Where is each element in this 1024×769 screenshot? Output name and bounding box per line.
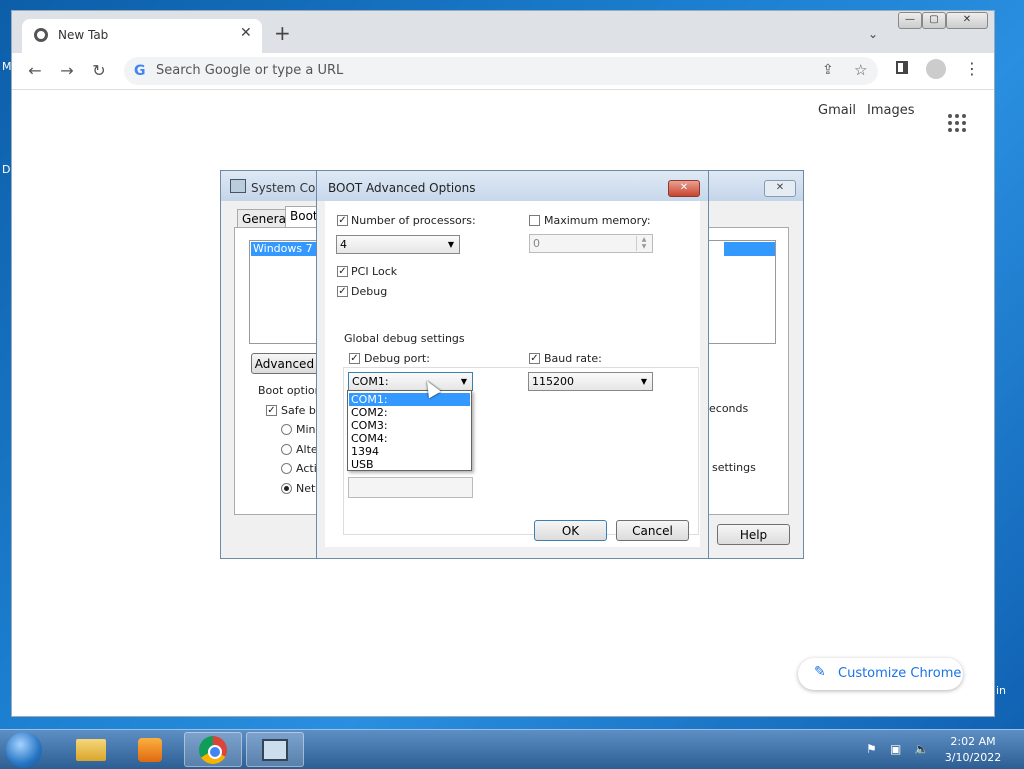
clock[interactable]: 2:02 AM 3/10/2022 bbox=[938, 734, 1008, 766]
chrome-favicon-icon bbox=[34, 28, 48, 42]
dropdown-option[interactable]: COM1: bbox=[349, 393, 470, 406]
cancel-button[interactable]: Cancel bbox=[616, 520, 689, 541]
google-g-icon: G bbox=[134, 63, 146, 79]
taskbar-explorer[interactable] bbox=[62, 732, 120, 767]
debug-port-label: Debug port: bbox=[364, 352, 430, 365]
desktop-icon-label-fragment: in bbox=[996, 684, 1007, 697]
chrome-toolbar: ← → ↻ G Search Google or type a URL ⇪ ☆ … bbox=[12, 53, 994, 90]
new-tab-plus-icon[interactable]: + bbox=[274, 23, 291, 43]
more-menu-icon[interactable]: ⋮ bbox=[964, 59, 980, 78]
clock-date: 3/10/2022 bbox=[944, 751, 1002, 764]
start-button-icon[interactable] bbox=[6, 732, 42, 768]
tab-strip: New Tab ✕ + ⌄ — ▢ ✕ bbox=[12, 11, 994, 53]
boot-advanced-close-button[interactable]: ✕ bbox=[668, 180, 700, 197]
maximize-button[interactable]: ▢ bbox=[922, 12, 946, 29]
number-of-processors-select[interactable]: 4 ▼ bbox=[336, 235, 460, 254]
volume-icon[interactable]: 🔈 bbox=[914, 742, 929, 756]
gmail-link[interactable]: Gmail bbox=[818, 103, 856, 118]
number-of-processors-checkbox[interactable]: ✓ bbox=[337, 215, 348, 226]
bookmark-star-icon[interactable]: ☆ bbox=[854, 61, 867, 79]
help-button[interactable]: Help bbox=[717, 524, 790, 545]
clock-time: 2:02 AM bbox=[950, 735, 996, 748]
os-list-item-selection bbox=[724, 242, 775, 256]
channel-input[interactable] bbox=[348, 477, 473, 498]
customize-chrome-button[interactable]: ✎ Customize Chrome bbox=[798, 658, 963, 690]
folder-icon bbox=[76, 739, 106, 761]
media-player-icon bbox=[138, 738, 162, 762]
forward-arrow-icon[interactable]: → bbox=[56, 61, 78, 80]
back-arrow-icon[interactable]: ← bbox=[24, 61, 46, 80]
customize-chrome-label: Customize Chrome bbox=[838, 666, 962, 681]
baud-rate-select[interactable]: 115200 ▼ bbox=[528, 372, 653, 391]
debug-port-value: COM1: bbox=[352, 375, 389, 388]
taskbar-chrome[interactable] bbox=[184, 732, 242, 767]
boot-advanced-titlebar: BOOT Advanced Options ✕ bbox=[317, 171, 708, 201]
chrome-icon-center bbox=[208, 745, 222, 759]
debug-port-checkbox[interactable]: ✓ bbox=[349, 353, 360, 364]
radio-minimal[interactable] bbox=[281, 424, 292, 435]
boot-advanced-options-dialog: BOOT Advanced Options ✕ ✓ Number of proc… bbox=[316, 170, 709, 559]
dropdown-arrow-icon: ▼ bbox=[447, 240, 454, 249]
number-of-processors-value: 4 bbox=[340, 238, 347, 251]
baud-rate-value: 115200 bbox=[532, 375, 574, 388]
maximum-memory-label: Maximum memory: bbox=[544, 214, 651, 227]
side-panel-icon[interactable] bbox=[896, 61, 908, 74]
dropdown-arrow-icon: ▼ bbox=[460, 377, 467, 386]
minimize-button[interactable]: — bbox=[898, 12, 922, 29]
msconfig-app-icon bbox=[230, 179, 246, 193]
debug-port-select[interactable]: COM1: ▼ bbox=[348, 372, 473, 391]
boot-advanced-content: ✓ Number of processors: 4 ▼ Maximum memor… bbox=[325, 201, 700, 547]
msconfig-icon bbox=[262, 739, 288, 761]
pci-lock-label: PCI Lock bbox=[351, 265, 398, 278]
timeout-seconds-label: econds bbox=[709, 402, 749, 415]
number-of-processors-label: Number of processors: bbox=[351, 214, 476, 227]
tab-new-tab[interactable]: New Tab ✕ bbox=[22, 19, 262, 53]
memory-spinner-icon[interactable]: ▲ ▼ bbox=[636, 236, 651, 251]
radio-alternate-shell[interactable] bbox=[281, 444, 292, 455]
debug-checkbox[interactable]: ✓ bbox=[337, 286, 348, 297]
maximum-memory-input[interactable]: 0 ▲ ▼ bbox=[529, 234, 653, 253]
tab-search-chevron-icon[interactable]: ⌄ bbox=[868, 27, 878, 41]
omnibox[interactable]: G Search Google or type a URL ⇪ ☆ bbox=[124, 57, 878, 85]
network-icon[interactable]: ▣ bbox=[890, 742, 901, 756]
dropdown-option[interactable]: COM4: bbox=[349, 432, 470, 445]
google-apps-icon[interactable] bbox=[948, 114, 966, 132]
taskbar: ⚑ ▣ 🔈 2:02 AM 3/10/2022 bbox=[0, 729, 1024, 769]
action-center-flag-icon[interactable]: ⚑ bbox=[866, 742, 877, 756]
dropdown-option[interactable]: COM2: bbox=[349, 406, 470, 419]
close-button[interactable]: ✕ bbox=[946, 12, 988, 29]
debug-port-dropdown-list: COM1: COM2: COM3: COM4: 1394 USB bbox=[347, 390, 472, 471]
make-settings-permanent-label: settings bbox=[712, 461, 756, 474]
dropdown-arrow-icon: ▼ bbox=[640, 377, 647, 386]
maximum-memory-value: 0 bbox=[533, 237, 540, 250]
baud-rate-checkbox[interactable]: ✓ bbox=[529, 353, 540, 364]
tab-title: New Tab bbox=[58, 28, 109, 42]
dropdown-option[interactable]: COM3: bbox=[349, 419, 470, 432]
dropdown-option[interactable]: 1394 bbox=[349, 445, 470, 458]
pencil-icon: ✎ bbox=[814, 664, 826, 680]
taskbar-media-player[interactable] bbox=[122, 732, 180, 767]
omnibox-placeholder: Search Google or type a URL bbox=[156, 63, 344, 78]
baud-rate-label: Baud rate: bbox=[544, 352, 602, 365]
desktop-icon-label-fragment: M bbox=[2, 60, 12, 73]
maximum-memory-checkbox[interactable] bbox=[529, 215, 540, 226]
radio-active-directory[interactable] bbox=[281, 463, 292, 474]
taskbar-system-configuration[interactable] bbox=[246, 732, 304, 767]
safe-boot-checkbox[interactable]: ✓ bbox=[266, 405, 277, 416]
boot-advanced-title: BOOT Advanced Options bbox=[328, 181, 476, 195]
dropdown-option[interactable]: USB bbox=[349, 458, 470, 471]
global-debug-settings-label: Global debug settings bbox=[344, 332, 465, 345]
share-icon[interactable]: ⇪ bbox=[822, 62, 834, 78]
ok-button[interactable]: OK bbox=[534, 520, 607, 541]
radio-network[interactable] bbox=[281, 483, 292, 494]
reload-icon[interactable]: ↻ bbox=[88, 61, 110, 80]
profile-avatar-icon[interactable] bbox=[926, 59, 946, 79]
tab-close-icon[interactable]: ✕ bbox=[240, 25, 252, 41]
images-link[interactable]: Images bbox=[867, 103, 915, 118]
desktop-icon-label-fragment: D bbox=[2, 163, 11, 176]
pci-lock-checkbox[interactable]: ✓ bbox=[337, 266, 348, 277]
system-config-close-button[interactable]: ✕ bbox=[764, 180, 796, 197]
debug-label: Debug bbox=[351, 285, 388, 298]
